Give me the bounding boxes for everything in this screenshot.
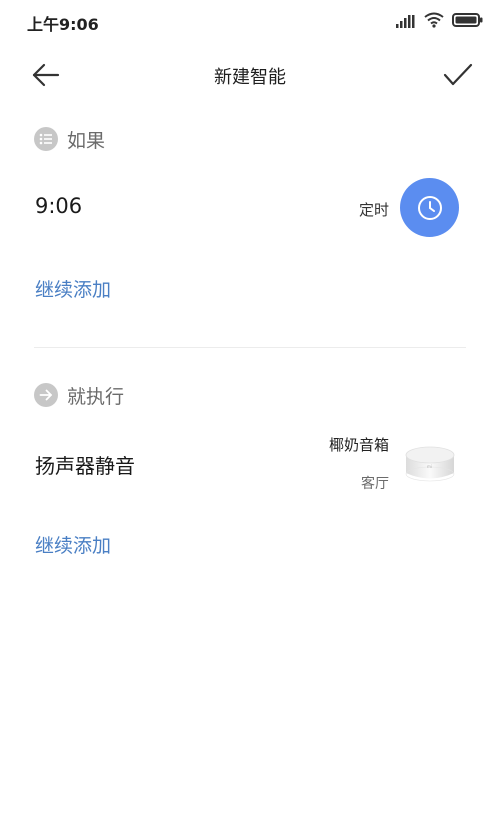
if-section-label: 如果	[67, 129, 106, 152]
status-icons	[396, 12, 484, 32]
status-time: 上午9:06	[27, 15, 99, 34]
then-section-label: 就执行	[67, 385, 125, 408]
section-divider	[34, 347, 466, 348]
condition-row[interactable]: 9:06 定时	[0, 170, 500, 246]
svg-text:mi: mi	[427, 464, 432, 469]
list-icon	[34, 127, 58, 151]
action-label: 扬声器静音	[35, 454, 135, 478]
add-action-link[interactable]: 继续添加	[35, 531, 111, 558]
confirm-button[interactable]	[442, 60, 474, 90]
checkmark-icon	[443, 63, 473, 86]
action-row[interactable]: 扬声器静音 椰奶音箱 客厅 mi	[0, 428, 500, 498]
speaker-device-icon: mi	[402, 444, 458, 484]
add-condition-link[interactable]: 继续添加	[35, 275, 111, 302]
page-title: 新建智能	[214, 67, 286, 88]
arrow-right-circle-icon	[34, 383, 58, 407]
header-bar: 新建智能	[0, 50, 500, 100]
battery-icon	[452, 12, 484, 32]
signal-icon	[396, 13, 416, 32]
status-bar: 上午9:06	[0, 0, 500, 44]
device-name: 椰奶音箱	[328, 436, 389, 454]
then-section-header: 就执行	[34, 382, 124, 408]
wifi-icon	[424, 12, 444, 32]
device-room: 客厅	[361, 476, 389, 492]
condition-time: 9:06	[35, 194, 83, 218]
clock-icon	[400, 178, 459, 237]
condition-type: 定时	[358, 201, 389, 219]
if-section-header: 如果	[34, 126, 105, 152]
